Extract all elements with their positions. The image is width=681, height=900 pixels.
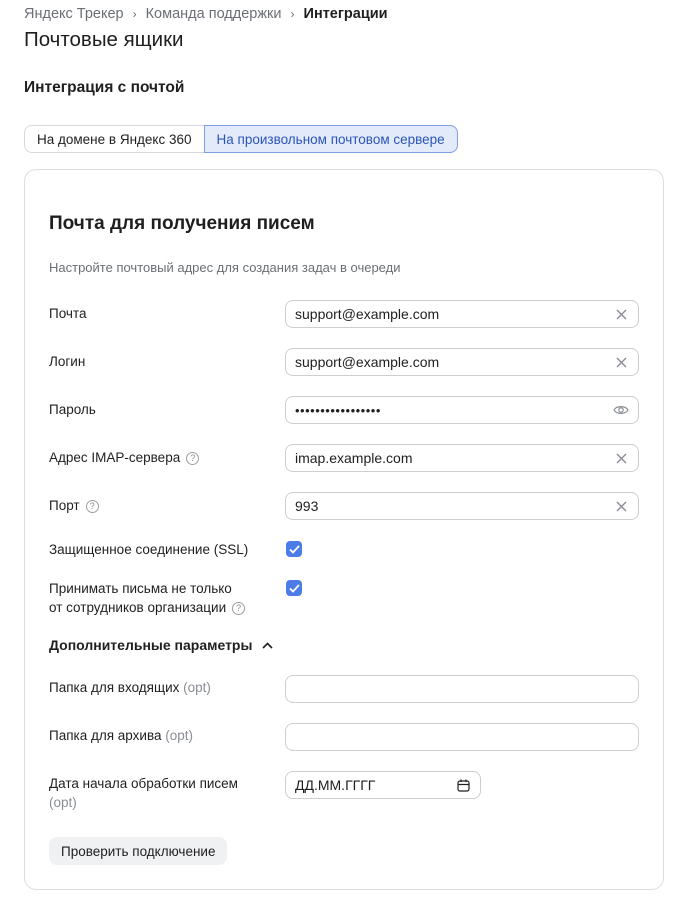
breadcrumb-current: Интеграции (303, 6, 388, 22)
port-label: Порт ? (49, 496, 99, 516)
check-connection-button[interactable]: Проверить подключение (49, 837, 228, 865)
imap-value: imap.example.com (295, 450, 413, 466)
imap-server-field[interactable]: imap.example.com (285, 444, 639, 472)
help-icon[interactable]: ? (85, 499, 99, 513)
breadcrumb: Яндекс Трекер › Команда поддержки › Инте… (24, 5, 388, 23)
inbox-folder-field[interactable] (285, 675, 639, 703)
imap-label: Адрес IMAP-сервера ? (49, 448, 200, 468)
page-title: Почтовые ящики (24, 28, 184, 51)
mail-label: Почта (49, 306, 87, 321)
login-field[interactable]: support@example.com (285, 348, 639, 376)
help-icon[interactable]: ? (186, 451, 200, 465)
chevron-right-icon: › (290, 7, 295, 21)
mail-field[interactable]: support@example.com (285, 300, 639, 328)
port-field[interactable]: 993 (285, 492, 639, 520)
chevron-up-icon (262, 641, 274, 649)
port-value: 993 (295, 498, 319, 514)
advanced-params-toggle[interactable]: Дополнительные параметры (49, 637, 274, 653)
ssl-checkbox[interactable] (286, 541, 302, 557)
eye-icon[interactable] (613, 402, 629, 418)
accept-external-label-line2: от сотрудников организации ? (49, 598, 246, 618)
clear-icon[interactable] (613, 450, 629, 466)
card-description: Настройте почтовый адрес для создания за… (49, 260, 401, 275)
clear-icon[interactable] (613, 306, 629, 322)
clear-icon[interactable] (613, 498, 629, 514)
inbox-folder-label: Папка для входящих (opt) (49, 680, 211, 695)
password-label: Пароль (49, 402, 96, 417)
login-value: support@example.com (295, 354, 440, 370)
start-date-label: Дата начала обработки писем (49, 776, 238, 791)
tab-yandex360-domain[interactable]: На домене в Яндекс 360 (24, 125, 204, 153)
mail-value: support@example.com (295, 306, 440, 322)
start-date-field[interactable]: ДД.ММ.ГГГГ (285, 771, 481, 799)
password-value: ••••••••••••••••• (295, 402, 381, 418)
breadcrumb-item-tracker[interactable]: Яндекс Трекер (24, 6, 124, 22)
section-title: Интеграция с почтой (24, 79, 185, 96)
mail-settings-card: Почта для получения писем Настройте почт… (24, 169, 664, 890)
ssl-label: Защищенное соединение (SSL) (49, 542, 249, 557)
start-date-opt: (opt) (49, 795, 77, 810)
clear-icon[interactable] (613, 354, 629, 370)
breadcrumb-item-support-team[interactable]: Команда поддержки (146, 6, 282, 22)
calendar-icon[interactable] (455, 777, 471, 793)
login-label: Логин (49, 354, 86, 369)
chevron-right-icon: › (132, 7, 137, 21)
password-field[interactable]: ••••••••••••••••• (285, 396, 639, 424)
accept-external-checkbox[interactable] (286, 580, 302, 596)
card-title: Почта для получения писем (49, 213, 315, 234)
archive-folder-field[interactable] (285, 723, 639, 751)
tab-custom-mail-server[interactable]: На произвольном почтовом сервере (203, 125, 458, 153)
accept-external-label-line1: Принимать письма не только (49, 581, 232, 596)
advanced-params-title: Дополнительные параметры (49, 637, 253, 653)
mail-integration-tabs: На домене в Яндекс 360 На произвольном п… (24, 125, 458, 153)
archive-folder-label: Папка для архива (opt) (49, 728, 194, 743)
help-icon[interactable]: ? (232, 601, 246, 615)
start-date-placeholder: ДД.ММ.ГГГГ (295, 777, 376, 793)
